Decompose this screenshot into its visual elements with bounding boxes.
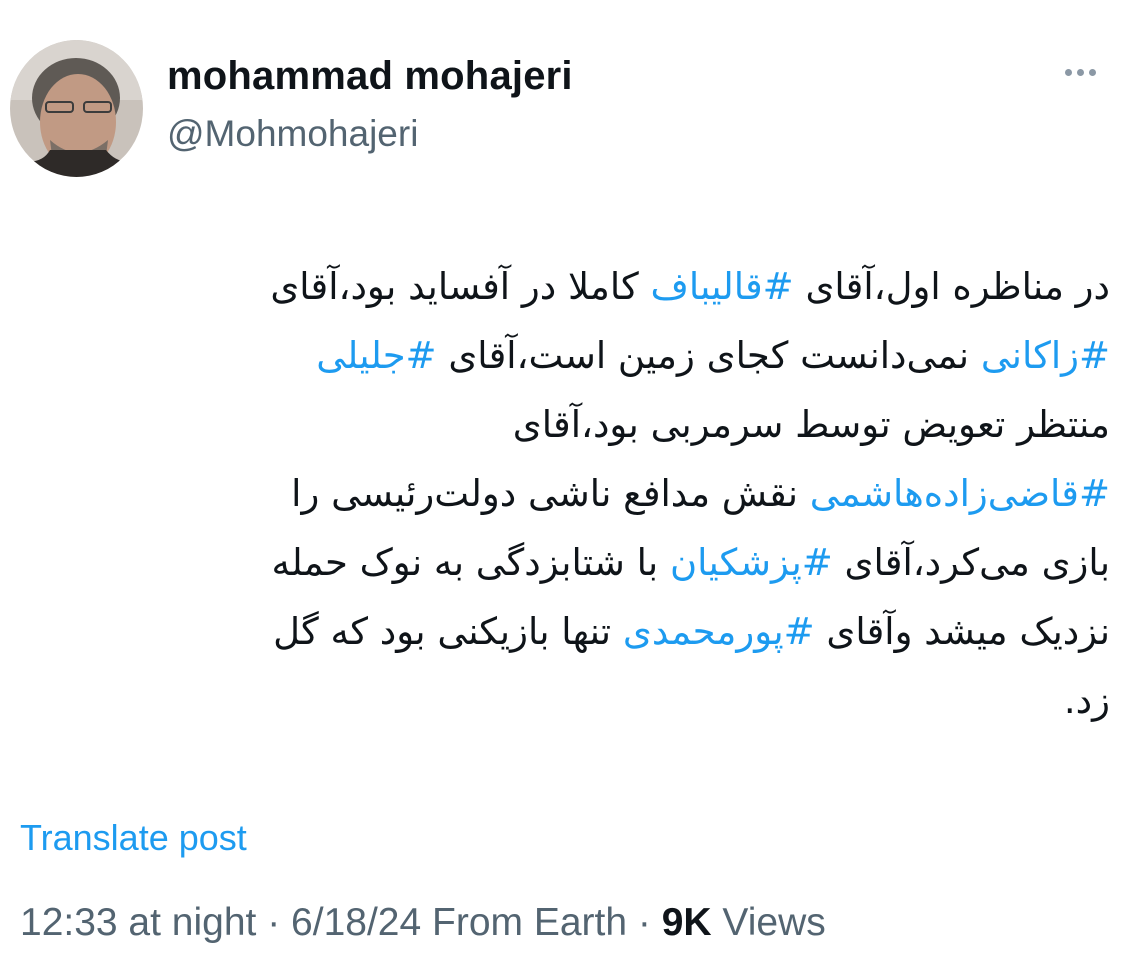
- display-name[interactable]: mohammad mohajeri: [167, 54, 573, 99]
- hashtag-link[interactable]: #قالیباف: [650, 265, 793, 308]
- more-horizontal-icon: [1064, 68, 1072, 76]
- tweet-source: From Earth: [421, 901, 628, 944]
- tweet-text-segment: با شتابزدگی به نوک حمله: [271, 541, 670, 584]
- tweet-text: در مناظره اول،آقای #قالیباف کاملا در آفس…: [30, 252, 1110, 735]
- tweet-text-segment: منتظر تعویض توسط سرمربی بود،آقای: [512, 403, 1110, 446]
- avatar-photo: [10, 40, 143, 177]
- tweet-line: #زاکانی نمی‌دانست کجای زمین است،آقای #جل…: [30, 321, 1110, 390]
- tweet-metadata: 12:33 at night · 6/18/24 From Earth · 9K…: [20, 901, 826, 945]
- tweet-line: در مناظره اول،آقای #قالیباف کاملا در آفس…: [30, 252, 1110, 321]
- tweet-line: #قاضی‌زاده‌هاشمی نقش مدافع ناشی دولت‌رئی…: [30, 459, 1110, 528]
- hashtag-link[interactable]: #قاضی‌زاده‌هاشمی: [810, 472, 1110, 515]
- tweet-time[interactable]: 12:33 at night: [20, 901, 256, 944]
- tweet-text-segment: کاملا در آفساید بود،آقای: [270, 265, 651, 308]
- translate-post-link[interactable]: Translate post: [20, 817, 247, 859]
- tweet-text-segment: در مناظره اول،آقای: [793, 265, 1110, 308]
- tweet-line: بازی می‌کرد،آقای #پزشکیان با شتابزدگی به…: [30, 528, 1110, 597]
- avatar[interactable]: [10, 40, 143, 177]
- tweet-date[interactable]: 6/18/24: [291, 901, 421, 944]
- tweet-text-segment: نقش مدافع ناشی دولت‌رئیسی را: [291, 472, 810, 515]
- tweet-text-segment: تنها بازیکنی بود که گل: [273, 610, 623, 653]
- views-label: Views: [711, 901, 826, 944]
- tweet-line: منتظر تعویض توسط سرمربی بود،آقای: [30, 390, 1110, 459]
- views-count: 9K: [661, 901, 712, 944]
- tweet-line: نزدیک میشد وآقای #پورمحمدی تنها بازیکنی …: [30, 597, 1110, 666]
- meta-separator: ·: [256, 901, 292, 944]
- tweet-text-segment: نزدیک میشد وآقای: [814, 610, 1110, 653]
- user-handle[interactable]: @Mohmohajeri: [167, 113, 418, 155]
- more-horizontal-icon-dot: [1076, 68, 1084, 76]
- hashtag-link[interactable]: #زاکانی: [981, 334, 1110, 377]
- more-horizontal-icon-dot: [1088, 68, 1096, 76]
- tweet-line: زد.: [30, 666, 1110, 735]
- more-options-button[interactable]: [1050, 50, 1110, 94]
- hashtag-link[interactable]: #پورمحمدی: [623, 610, 815, 653]
- tweet-text-segment: زد.: [1063, 679, 1110, 722]
- tweet-text-segment: نمی‌دانست کجای زمین است،آقای: [436, 334, 981, 377]
- hashtag-link[interactable]: #پزشکیان: [670, 541, 833, 584]
- tweet-text-segment: بازی می‌کرد،آقای: [832, 541, 1110, 584]
- hashtag-link[interactable]: #جلیلی: [316, 334, 436, 377]
- meta-separator: ·: [627, 901, 662, 944]
